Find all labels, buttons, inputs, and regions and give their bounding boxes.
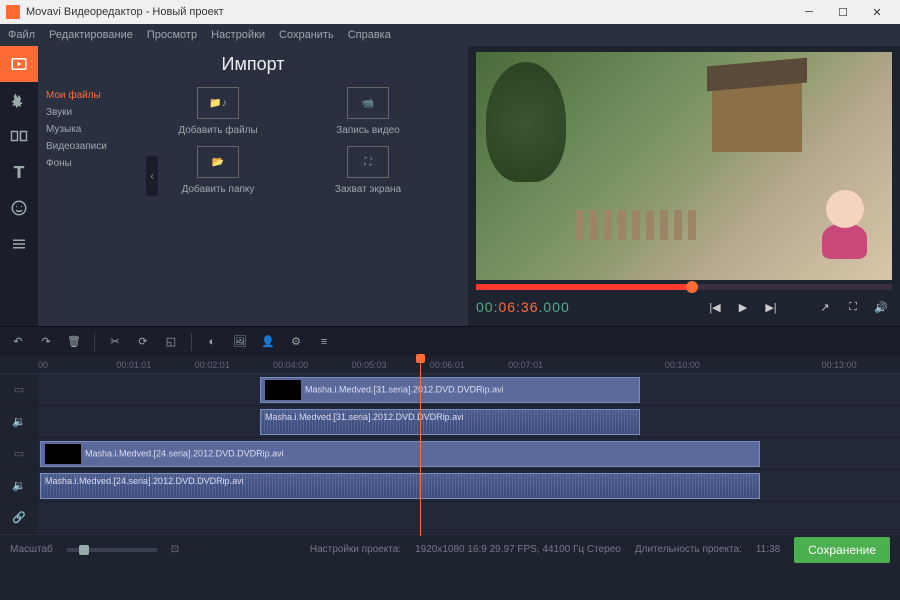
collapse-handle[interactable]: ‹ [146, 156, 158, 196]
track-audio-2[interactable]: 🔉 Masha.i.Medved.[31.seria].2012.DVD.DVD… [0, 406, 900, 438]
export-button[interactable]: Сохранение [794, 537, 890, 563]
import-title: Импорт [38, 46, 468, 83]
cut-button[interactable]: ✂ [103, 330, 127, 354]
rotate-button[interactable]: ⟳ [131, 330, 155, 354]
side-toolbar [0, 46, 38, 326]
camera-icon: 📹 [347, 87, 389, 119]
undo-button[interactable]: ↶ [6, 330, 30, 354]
record-screen-button[interactable]: ⛶ Захват экрана [298, 146, 438, 195]
menu-file[interactable]: Файл [8, 29, 35, 41]
tool-import[interactable] [0, 46, 38, 82]
color-button[interactable]: ◐ [200, 330, 224, 354]
add-folder-button[interactable]: 📂 Добавить папку [148, 146, 288, 195]
redo-button[interactable]: ↷ [34, 330, 58, 354]
cat-my-files[interactable]: Мои файлы [46, 87, 130, 104]
audio-props-button[interactable]: ≡ [312, 330, 336, 354]
fullscreen-button[interactable]: ⛶ [842, 296, 864, 318]
status-bar: Масштаб ⊡ Настройки проекта: 1920x1080 1… [0, 534, 900, 564]
add-folder-label: Добавить папку [182, 184, 255, 195]
menu-save[interactable]: Сохранить [279, 29, 334, 41]
preview-panel: 00:06:36.000 |◀ ▶ ▶| ↗ ⛶ 🔊 [468, 46, 900, 326]
close-button[interactable]: ✕ [860, 1, 894, 23]
clip-audio-2[interactable]: Masha.i.Medved.[31.seria].2012.DVD.DVDRi… [260, 409, 640, 435]
window-title: Movavi Видеоредактор - Новый проект [26, 6, 224, 18]
import-categories: Мои файлы Звуки Музыка Видеозаписи Фоны [38, 83, 138, 205]
menubar: Файл Редактирование Просмотр Настройки С… [0, 24, 900, 46]
record-video-button[interactable]: 📹 Запись видео [298, 87, 438, 136]
tool-titles[interactable] [0, 154, 38, 190]
cat-backgrounds[interactable]: Фоны [46, 155, 130, 172]
tool-filters[interactable] [0, 82, 38, 118]
scale-label: Масштаб [10, 544, 53, 555]
duration-label: Длительность проекта: [635, 544, 742, 555]
playhead[interactable] [420, 356, 421, 536]
project-settings-label: Настройки проекта: [310, 544, 401, 555]
volume-button[interactable]: 🔊 [870, 296, 892, 318]
delete-button[interactable]: 🗑 [62, 330, 86, 354]
maximize-button[interactable]: ☐ [826, 1, 860, 23]
clip-video-1[interactable]: Masha.i.Medved.[24.seria].2012.DVD.DVDRi… [40, 441, 760, 467]
menu-view[interactable]: Просмотр [147, 29, 197, 41]
tool-transitions[interactable] [0, 118, 38, 154]
image-button[interactable]: 🖼 [228, 330, 252, 354]
folder-icon: 📂 [197, 146, 239, 178]
tool-more[interactable] [0, 226, 38, 262]
crop-button[interactable]: ◱ [159, 330, 183, 354]
app-logo-icon [6, 5, 20, 19]
add-files-icon: 📁♪ [197, 87, 239, 119]
zoom-slider[interactable] [67, 548, 157, 552]
track-audio-1[interactable]: 🔉 Masha.i.Medved.[24.seria].2012.DVD.DVD… [0, 470, 900, 502]
titlebar: Movavi Видеоредактор - Новый проект ─ ☐ … [0, 0, 900, 24]
detach-preview-button[interactable]: ↗ [814, 296, 836, 318]
overlay-button[interactable]: 👤 [256, 330, 280, 354]
seek-bar[interactable] [476, 284, 892, 290]
minimize-button[interactable]: ─ [792, 1, 826, 23]
timecode: 00:06:36.000 [476, 299, 698, 316]
fit-button[interactable]: ⊡ [171, 544, 179, 555]
prev-frame-button[interactable]: |◀ [704, 296, 726, 318]
clip-audio-1[interactable]: Masha.i.Medved.[24.seria].2012.DVD.DVDRi… [40, 473, 760, 499]
menu-edit[interactable]: Редактирование [49, 29, 133, 41]
play-button[interactable]: ▶ [732, 296, 754, 318]
cat-sounds[interactable]: Звуки [46, 104, 130, 121]
import-panel: Импорт Мои файлы Звуки Музыка Видеозапис… [38, 46, 468, 326]
link-tracks-icon[interactable]: 🔗 [0, 502, 38, 533]
record-video-label: Запись видео [336, 125, 399, 136]
menu-help[interactable]: Справка [348, 29, 391, 41]
clip-video-2[interactable]: Masha.i.Medved.[31.seria].2012.DVD.DVDRi… [260, 377, 640, 403]
clip-props-button[interactable]: ⚙ [284, 330, 308, 354]
edit-toolbar: ↶ ↷ 🗑 ✂ ⟳ ◱ ◐ 🖼 👤 ⚙ ≡ [0, 326, 900, 356]
cat-music[interactable]: Музыка [46, 121, 130, 138]
track-empty[interactable]: 🔗 [0, 502, 900, 534]
cat-video[interactable]: Видеозаписи [46, 138, 130, 155]
timeline-ruler[interactable]: 0000:01:0100:02:0100:04:0000:05:0300:06:… [0, 356, 900, 374]
timeline: ▭ Masha.i.Medved.[31.seria].2012.DVD.DVD… [0, 374, 900, 534]
track-video-1-icon[interactable]: ▭ [0, 438, 38, 469]
track-audio-2-icon[interactable]: 🔉 [0, 406, 38, 437]
tool-stickers[interactable] [0, 190, 38, 226]
next-frame-button[interactable]: ▶| [760, 296, 782, 318]
track-video-1[interactable]: ▭ Masha.i.Medved.[24.seria].2012.DVD.DVD… [0, 438, 900, 470]
menu-settings[interactable]: Настройки [211, 29, 265, 41]
record-screen-label: Захват экрана [335, 184, 401, 195]
track-audio-1-icon[interactable]: 🔉 [0, 470, 38, 501]
add-files-label: Добавить файлы [178, 125, 257, 136]
project-settings-value: 1920x1080 16:9 29.97 FPS, 44100 Гц Стере… [415, 544, 621, 555]
track-video-2[interactable]: ▭ Masha.i.Medved.[31.seria].2012.DVD.DVD… [0, 374, 900, 406]
add-files-button[interactable]: 📁♪ Добавить файлы [148, 87, 288, 136]
preview-canvas[interactable] [476, 52, 892, 280]
duration-value: 11:38 [756, 544, 780, 555]
screen-capture-icon: ⛶ [347, 146, 389, 178]
track-video-2-icon[interactable]: ▭ [0, 374, 38, 405]
seek-handle[interactable] [686, 281, 698, 293]
